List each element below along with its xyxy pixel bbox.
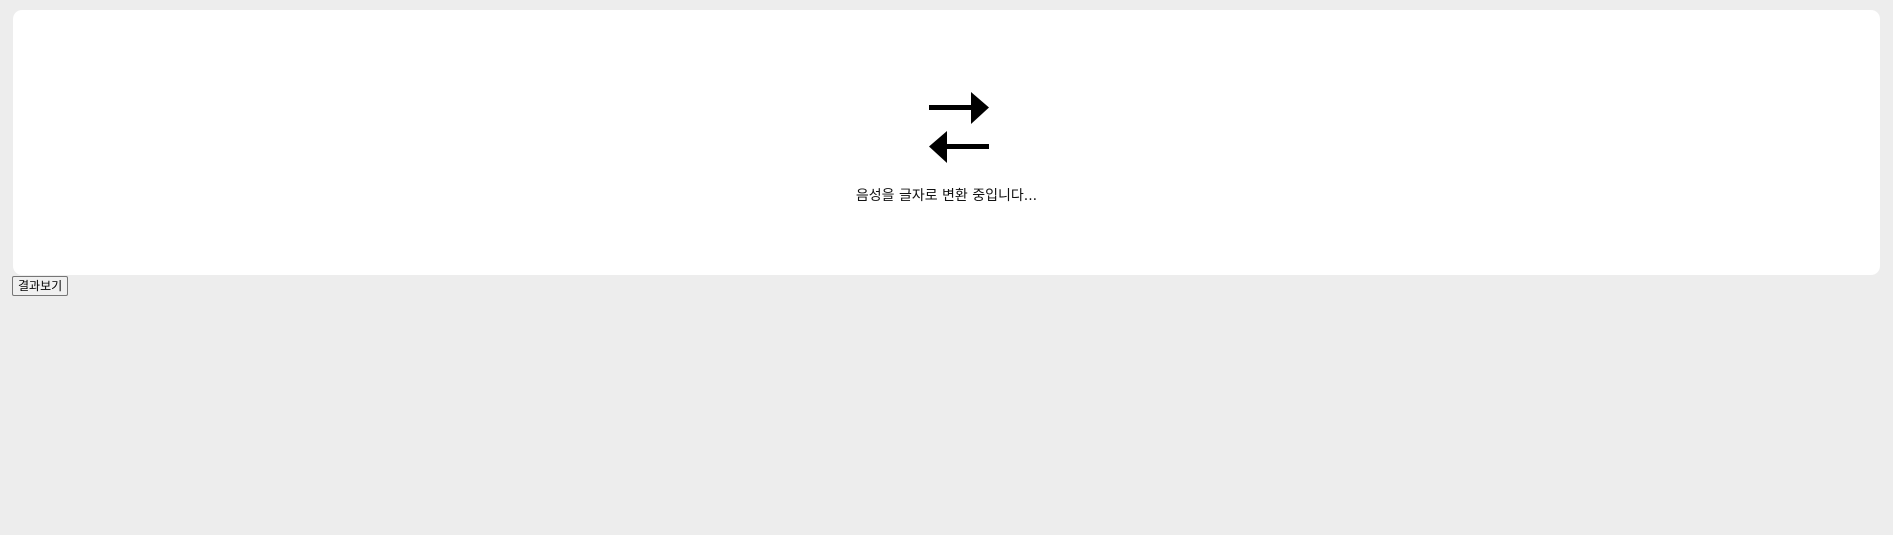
- loading-panel: 음성을 글자로 변환 중입니다...: [13, 10, 1880, 275]
- view-results-button[interactable]: 결과보기: [12, 276, 69, 296]
- conversion-status-text: 음성을 글자로 변환 중입니다...: [855, 188, 1038, 204]
- swap-arrows-icon: [929, 92, 989, 163]
